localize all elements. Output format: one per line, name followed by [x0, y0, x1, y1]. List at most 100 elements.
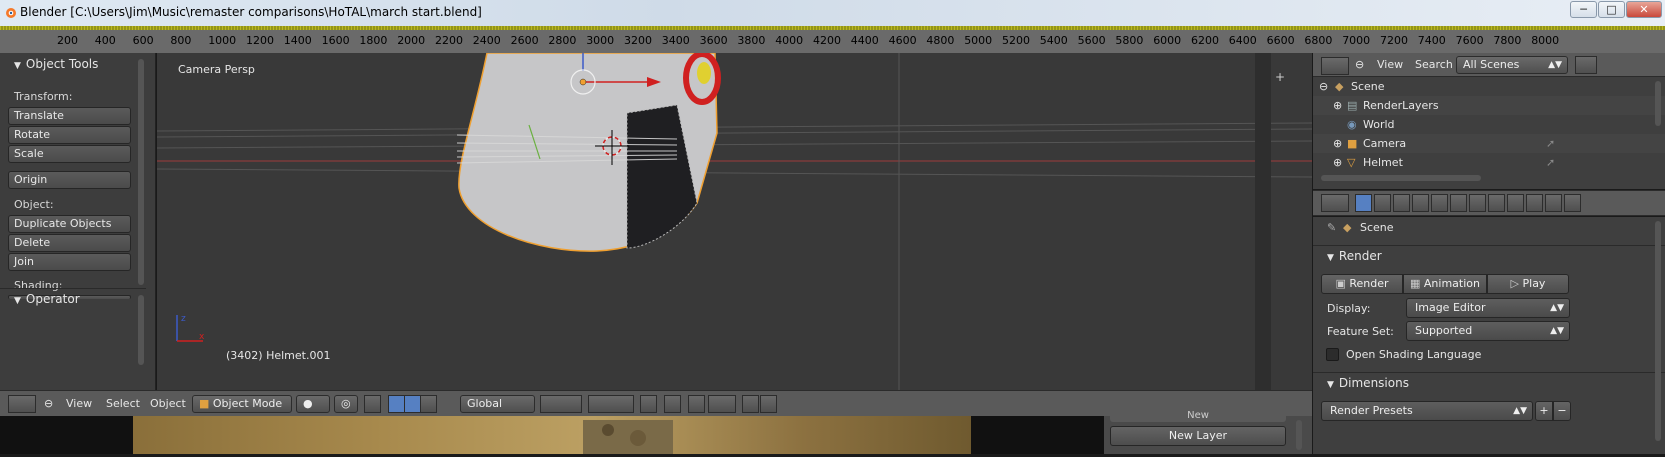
timeline-ruler[interactable]: 200 400 600 800 1000 1200 1400 1600 1800 2000 2200…	[0, 26, 1665, 53]
select-menu[interactable]: Select	[106, 396, 140, 413]
particles-tab-icon[interactable]	[1545, 194, 1562, 212]
add-preset-button[interactable]: +	[1535, 401, 1553, 421]
outliner-row-helmet[interactable]: ⊕ ▽ Helmet ➚	[1313, 153, 1665, 172]
editor-type-icon[interactable]	[8, 395, 36, 413]
expand-icon[interactable]: ⊕	[1333, 96, 1342, 115]
duplicate-objects-button[interactable]: Duplicate Objects	[8, 215, 131, 233]
pivot-select[interactable]: ◎	[334, 395, 358, 413]
texture-tab-icon[interactable]	[1526, 194, 1543, 212]
background-image-preview	[133, 416, 971, 454]
outliner-search-icon[interactable]	[1575, 56, 1597, 74]
outliner-editor-type-icon[interactable]	[1321, 57, 1349, 75]
timeline-tick-label: 6600	[1266, 34, 1295, 47]
scene-tab-icon[interactable]	[1393, 194, 1410, 212]
render-panel-header[interactable]: ▼ Render	[1327, 249, 1382, 263]
manipulator-toggle-icon[interactable]	[364, 395, 381, 413]
mode-select[interactable]: ■ Object Mode	[192, 395, 292, 413]
translate-button[interactable]: Translate	[8, 107, 131, 125]
play-button[interactable]: ▷ Play	[1487, 274, 1569, 294]
data-tab-icon[interactable]	[1488, 194, 1505, 212]
3d-viewport[interactable]: z x + Camera Persp (3402) Helmet.001	[157, 53, 1312, 390]
remove-preset-button[interactable]: −	[1553, 401, 1571, 421]
object-tab-icon[interactable]	[1431, 194, 1448, 212]
timeline-tick-label: 800	[170, 34, 192, 47]
operator-scrollbar[interactable]	[138, 295, 144, 365]
shading-select[interactable]: ●	[296, 395, 330, 413]
render-animation-icon[interactable]	[760, 395, 777, 413]
feature-set-select[interactable]: Supported ▲▼	[1406, 321, 1570, 341]
render-animation-button[interactable]: ▦ Animation	[1403, 274, 1487, 294]
dimensions-panel-header[interactable]: ▼ Dimensions	[1327, 376, 1409, 390]
outliner-scrollbar[interactable]	[1655, 81, 1661, 126]
maximize-button[interactable]: □	[1598, 1, 1625, 18]
outliner-row-world[interactable]: ◉ World	[1313, 115, 1665, 134]
osl-checkbox[interactable]	[1326, 348, 1339, 361]
panel-divider	[1313, 245, 1665, 246]
object-menu[interactable]: Object	[150, 396, 186, 413]
snap-element-select[interactable]	[708, 395, 736, 413]
render-tab-icon[interactable]	[1355, 194, 1372, 212]
properties-scrollbar[interactable]	[1655, 221, 1661, 441]
operator-panel-header[interactable]: ▼ Operator	[14, 292, 80, 306]
world-tab-icon[interactable]	[1412, 194, 1429, 212]
new-partial-button[interactable]: New	[1110, 411, 1286, 422]
toolshelf-scrollbar[interactable]	[138, 59, 144, 285]
timeline-tick-label: 7400	[1417, 34, 1446, 47]
object-mode-icon: ■	[199, 397, 213, 410]
proportional-edit-icon[interactable]	[664, 395, 681, 413]
properties-toggle-icon[interactable]: +	[1275, 70, 1285, 84]
minimize-button[interactable]: ─	[1570, 1, 1597, 18]
restrict-cursor-icon[interactable]: ➚	[1546, 153, 1555, 172]
properties-panel: ✎ ◆ Scene ▼ Render ▣ Render ▦ Animation ▷…	[1313, 217, 1665, 454]
pin-icon[interactable]: ✎	[1327, 221, 1336, 234]
outliner-row-renderlayers[interactable]: ⊕ ▤ RenderLayers	[1313, 96, 1665, 115]
scene-filter-select[interactable]: All Scenes ▲▼	[1456, 56, 1568, 74]
outliner-view-menu[interactable]: View	[1377, 57, 1403, 74]
scale-button[interactable]: Scale	[8, 145, 131, 163]
outliner-row-scene[interactable]: ⊖ ◆ Scene	[1313, 77, 1665, 96]
rotate-manipulator-button[interactable]	[404, 395, 421, 413]
close-button[interactable]: ✕	[1626, 1, 1662, 18]
scale-manipulator-button[interactable]	[420, 395, 437, 413]
layers-scrollbar[interactable]	[1296, 420, 1302, 450]
feature-set-label: Feature Set:	[1327, 325, 1394, 338]
translate-manipulator-button[interactable]	[388, 395, 405, 413]
view-menu[interactable]: View	[66, 396, 92, 413]
properties-editor-type-icon[interactable]	[1321, 194, 1349, 212]
outliner-search-menu[interactable]: Search	[1415, 57, 1453, 74]
delete-button[interactable]: Delete	[8, 234, 131, 252]
render-button[interactable]: ▣ Render	[1321, 274, 1403, 294]
constraints-tab-icon[interactable]	[1450, 194, 1467, 212]
timeline-tick-label: 7200	[1380, 34, 1408, 47]
restrict-cursor-icon[interactable]: ➚	[1546, 134, 1555, 153]
menu-collapse-icon[interactable]: ⊖	[44, 396, 53, 413]
modifiers-tab-icon[interactable]	[1469, 194, 1486, 212]
display-select[interactable]: Image Editor ▲▼	[1406, 298, 1570, 318]
orientation-select[interactable]: Global	[460, 395, 535, 413]
rotate-button[interactable]: Rotate	[8, 126, 131, 144]
outliner-hscrollbar[interactable]	[1321, 175, 1481, 181]
timeline-tick-label: 400	[94, 34, 116, 47]
lock-layers-icon[interactable]	[640, 395, 657, 413]
origin-button[interactable]: Origin	[8, 171, 131, 189]
collapse-icon[interactable]: ⊖	[1319, 77, 1328, 96]
expand-icon[interactable]: ⊕	[1333, 134, 1342, 153]
material-tab-icon[interactable]	[1507, 194, 1524, 212]
viewport-camera-label: Camera Persp	[178, 63, 255, 76]
object-label: Object:	[14, 198, 54, 211]
layer-buttons-right[interactable]	[588, 395, 634, 413]
object-tools-panel-header[interactable]: ▼ Object Tools	[14, 57, 98, 71]
render-icon[interactable]	[742, 395, 759, 413]
outliner-row-camera[interactable]: ⊕ ■ Camera ➚	[1313, 134, 1665, 153]
expand-triangle-icon: ▼	[1327, 380, 1334, 390]
snap-toggle-icon[interactable]	[688, 395, 705, 413]
join-button[interactable]: Join	[8, 253, 131, 271]
outliner-collapse-icon[interactable]: ⊖	[1355, 57, 1364, 74]
timeline-tick-label: 4200	[813, 34, 841, 47]
layer-buttons-left[interactable]	[540, 395, 582, 413]
render-presets-select[interactable]: Render Presets ▲▼	[1321, 401, 1533, 421]
render-layers-tab-icon[interactable]	[1374, 194, 1391, 212]
new-layer-button[interactable]: New Layer	[1110, 426, 1286, 446]
expand-icon[interactable]: ⊕	[1333, 153, 1342, 172]
physics-tab-icon[interactable]	[1564, 194, 1581, 212]
